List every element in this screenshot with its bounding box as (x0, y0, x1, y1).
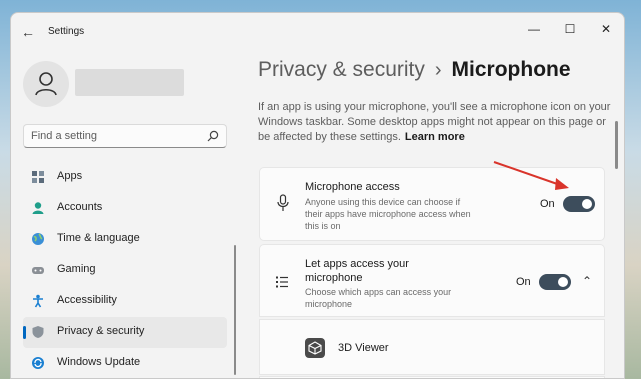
annotation-arrow (493, 161, 569, 190)
